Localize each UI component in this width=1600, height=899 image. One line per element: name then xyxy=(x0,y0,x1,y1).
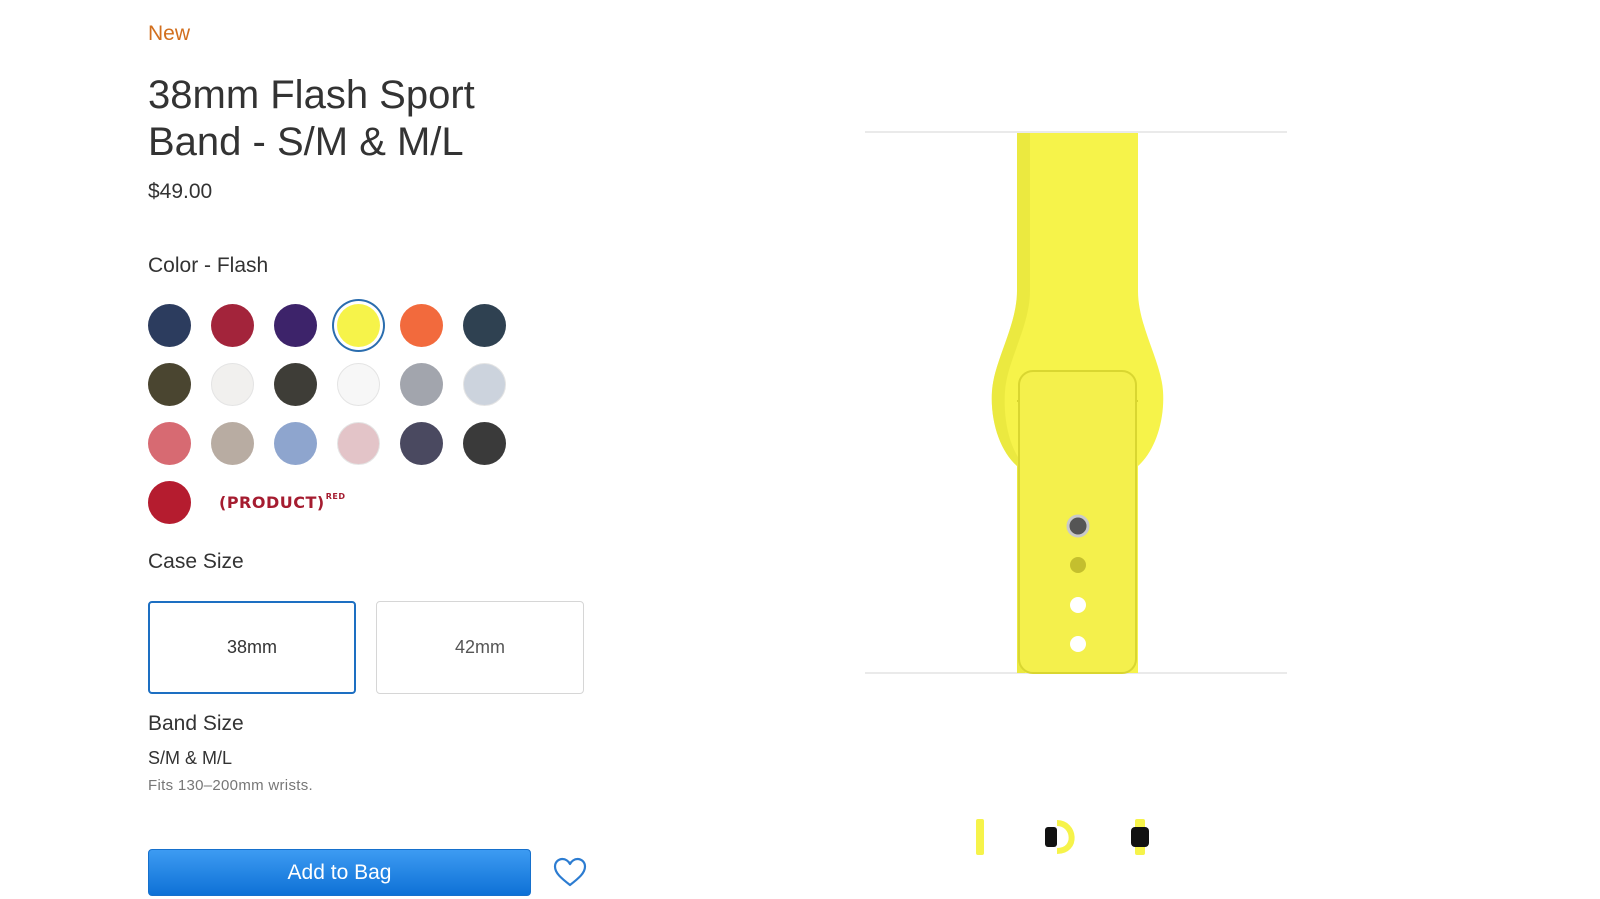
color-swatch[interactable] xyxy=(463,304,506,347)
band-size-value: S/M & M/L xyxy=(148,748,233,768)
color-swatch[interactable] xyxy=(463,363,506,406)
color-swatch[interactable] xyxy=(337,363,380,406)
add-to-bag-button[interactable]: Add to Bag xyxy=(148,849,531,896)
color-swatch[interactable] xyxy=(148,422,191,465)
swatch-slot xyxy=(211,301,274,351)
color-swatch[interactable] xyxy=(337,304,380,347)
swatch-row xyxy=(148,355,528,414)
swatch-slot xyxy=(337,360,400,410)
swatch-row xyxy=(148,414,528,473)
swatch-slot xyxy=(463,301,526,351)
product-red-text: (PRODUCT) xyxy=(219,493,325,512)
swatch-slot xyxy=(148,478,211,528)
color-swatch[interactable] xyxy=(337,422,380,465)
new-badge: New xyxy=(148,22,191,45)
swatch-slot xyxy=(211,419,274,469)
swatch-row xyxy=(148,296,528,355)
color-swatch[interactable] xyxy=(400,422,443,465)
thumbnail-watch-front[interactable] xyxy=(1120,817,1160,857)
color-swatch[interactable] xyxy=(400,304,443,347)
swatch-slot xyxy=(148,419,211,469)
color-swatch[interactable] xyxy=(211,363,254,406)
band-size-label: Band Size xyxy=(148,712,244,735)
color-swatch[interactable] xyxy=(148,304,191,347)
color-swatch[interactable] xyxy=(148,363,191,406)
swatch-slot xyxy=(211,360,274,410)
color-swatch[interactable] xyxy=(274,363,317,406)
product-price: $49.00 xyxy=(148,180,213,203)
thumbnail-band[interactable] xyxy=(960,817,1000,857)
swatch-slot xyxy=(148,360,211,410)
swatch-row: (PRODUCT) RED xyxy=(148,473,528,532)
swatch-slot xyxy=(148,301,211,351)
color-swatch[interactable] xyxy=(211,304,254,347)
color-swatch-grid: (PRODUCT) RED xyxy=(148,296,528,532)
swatch-slot xyxy=(274,360,337,410)
product-red-superscript: RED xyxy=(325,492,346,501)
thumbnail-watch-side[interactable] xyxy=(1040,817,1080,857)
swatch-slot xyxy=(337,301,400,351)
case-size-label: Case Size xyxy=(148,550,244,573)
product-image xyxy=(865,131,1287,674)
color-swatch[interactable] xyxy=(148,481,191,524)
watch-band-illustration xyxy=(991,133,1164,674)
product-title: 38mm Flash Sport Band - S/M & M/L xyxy=(148,73,475,164)
swatch-slot xyxy=(400,301,463,351)
swatch-slot xyxy=(400,360,463,410)
swatch-slot xyxy=(463,360,526,410)
swatch-slot xyxy=(274,419,337,469)
color-swatch[interactable] xyxy=(400,363,443,406)
swatch-slot xyxy=(337,419,400,469)
case-size-38mm-button[interactable]: 38mm xyxy=(148,601,356,694)
swatch-slot xyxy=(400,419,463,469)
color-swatch[interactable] xyxy=(463,422,506,465)
swatch-slot xyxy=(463,419,526,469)
heart-icon[interactable] xyxy=(553,857,587,888)
product-red-logo: (PRODUCT) RED xyxy=(219,492,346,512)
color-swatch[interactable] xyxy=(274,422,317,465)
swatch-slot xyxy=(274,301,337,351)
band-fit-note: Fits 130–200mm wrists. xyxy=(148,777,313,794)
case-size-42mm-button[interactable]: 42mm xyxy=(376,601,584,694)
image-thumbnails xyxy=(960,817,1160,857)
color-label: Color - Flash xyxy=(148,254,269,277)
color-swatch[interactable] xyxy=(211,422,254,465)
color-swatch[interactable] xyxy=(274,304,317,347)
